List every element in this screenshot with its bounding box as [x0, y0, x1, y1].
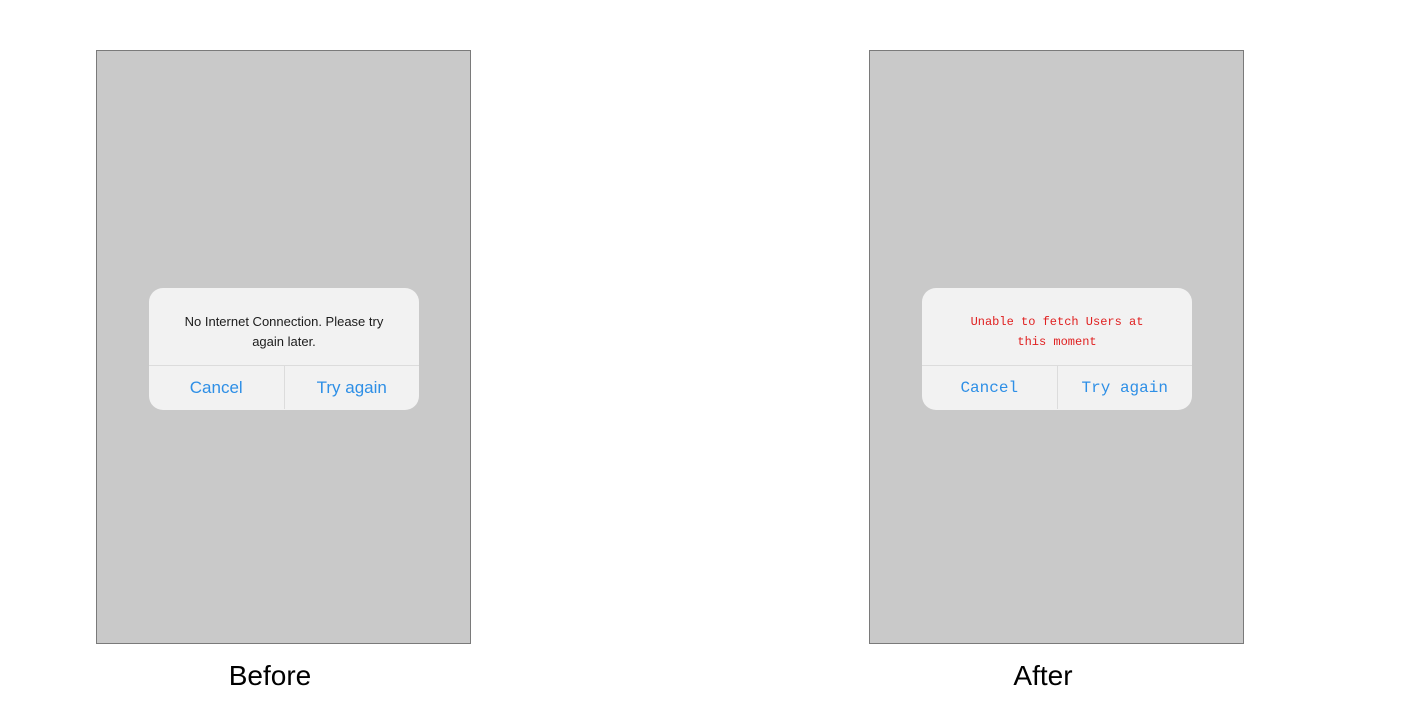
after-cancel-button[interactable]: Cancel — [922, 366, 1057, 409]
before-cancel-button[interactable]: Cancel — [149, 366, 284, 409]
before-try-again-button[interactable]: Try again — [283, 366, 420, 409]
before-phone-screen: No Internet Connection. Please try again… — [96, 50, 471, 644]
before-caption: Before — [228, 660, 312, 691]
after-try-again-button[interactable]: Try again — [1056, 366, 1193, 409]
before-alert-buttons: Cancel Try again — [149, 366, 419, 409]
before-alert-message: No Internet Connection. Please try again… — [149, 288, 419, 366]
after-caption: After — [1013, 660, 1073, 691]
after-alert-dialog: Unable to fetch Users at this moment Can… — [922, 288, 1192, 410]
after-alert-message: Unable to fetch Users at this moment — [922, 288, 1192, 366]
after-phone-screen: Unable to fetch Users at this moment Can… — [869, 50, 1244, 644]
before-alert-dialog: No Internet Connection. Please try again… — [149, 288, 419, 410]
after-alert-buttons: Cancel Try again — [922, 366, 1192, 409]
